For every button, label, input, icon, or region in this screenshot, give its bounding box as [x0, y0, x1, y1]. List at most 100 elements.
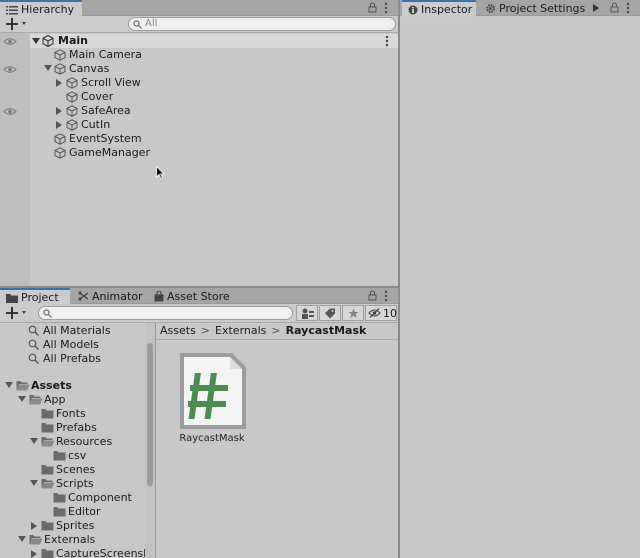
hierarchy-item[interactable]: Scroll View	[30, 76, 398, 90]
favorite-search-item[interactable]: All Materials	[0, 324, 145, 338]
expand-arrow-down-icon[interactable]	[32, 38, 40, 45]
project-toolbar: 10	[0, 304, 398, 323]
tab-hierarchy[interactable]: Hierarchy	[0, 0, 82, 17]
folder-tree-label: All Models	[43, 338, 99, 351]
eye-icon[interactable]	[3, 107, 17, 116]
add-plus-dropdown-button[interactable]	[6, 307, 30, 319]
asset-name: RaycastMask	[179, 433, 245, 444]
favorite-search-item[interactable]: All Prefabs	[0, 352, 145, 366]
expand-arrow-down-icon[interactable]	[18, 536, 26, 543]
favorite-search-item[interactable]: All Models	[0, 338, 145, 352]
kebab-menu-icon[interactable]	[384, 290, 388, 302]
kebab-menu-icon[interactable]	[384, 2, 388, 14]
expand-arrow-down-icon[interactable]	[30, 480, 38, 487]
star-favorite-button[interactable]	[342, 305, 364, 321]
folder-open-icon	[41, 436, 55, 447]
folder-tree-item[interactable]: CaptureScreensho	[0, 547, 155, 558]
hierarchy-item[interactable]: Cover	[30, 90, 398, 104]
folder-tree-item[interactable]: Prefabs	[0, 421, 145, 435]
lock-icon[interactable]	[368, 2, 377, 13]
search-icon	[28, 353, 39, 364]
folder-tree-label: Assets	[31, 379, 72, 392]
hierarchy-item[interactable]: GameManager	[30, 146, 398, 160]
hierarchy-item[interactable]: Main Camera	[30, 48, 398, 62]
lock-icon[interactable]	[368, 290, 377, 301]
expand-arrow-right-icon[interactable]	[56, 79, 63, 87]
expand-arrow-down-icon[interactable]	[5, 382, 13, 389]
search-placeholder: All	[145, 18, 158, 29]
eye-icon[interactable]	[3, 65, 17, 74]
expand-arrow-right-icon[interactable]	[31, 522, 38, 530]
lock-icon[interactable]	[610, 2, 619, 13]
folder-tree-label: Editor	[68, 505, 101, 518]
hierarchy-item[interactable]: SafeArea	[30, 104, 398, 118]
folder-tree-item[interactable]: App	[0, 393, 145, 407]
asset-item[interactable]	[176, 351, 248, 431]
folder-tree-item[interactable]: csv	[0, 449, 145, 463]
project-search-input[interactable]	[38, 306, 293, 320]
folder-tree-item[interactable]: Component	[0, 491, 145, 505]
folder-tree-item[interactable]: Resources	[0, 435, 145, 449]
inspector-tab-bar: Inspector Project Settings	[400, 0, 640, 17]
project-panel: Project Animator Asset Store 10 All Mate…	[0, 286, 398, 558]
tab-inspector[interactable]: Inspector	[402, 0, 476, 17]
folder-tree-label: Sprites	[56, 519, 95, 532]
eye-hidden-icon	[368, 308, 381, 318]
folder-tree-item[interactable]: Fonts	[0, 407, 145, 421]
tree-scrollbar-thumb[interactable]	[147, 343, 153, 486]
hierarchy-item-label: GameManager	[69, 146, 150, 159]
tab-project-settings-label: Project Settings	[499, 1, 586, 15]
folder-tree-item[interactable]: Scenes	[0, 463, 145, 477]
search-by-label-button[interactable]	[319, 305, 341, 321]
gear-icon	[485, 3, 496, 14]
folder-tree-item[interactable]: Scripts	[0, 477, 145, 491]
tab-overflow-arrow-icon[interactable]	[593, 4, 599, 12]
add-plus-dropdown-button[interactable]	[6, 18, 30, 30]
scene-header-row[interactable]: Main	[30, 34, 398, 48]
folder-tree-item[interactable]: Externals	[0, 533, 145, 547]
search-icon	[133, 20, 142, 29]
expand-arrow-down-icon[interactable]	[30, 438, 38, 445]
folder-tree-label: Component	[68, 491, 132, 504]
expand-arrow-down-icon[interactable]	[18, 396, 26, 403]
scene-name: Main	[58, 34, 88, 47]
expand-arrow-down-icon[interactable]	[44, 65, 52, 72]
hierarchy-search-input[interactable]: All	[128, 17, 396, 31]
eye-icon[interactable]	[3, 37, 17, 46]
hidden-packages-toggle[interactable]: 10	[365, 305, 397, 321]
hierarchy-item-label: Scroll View	[81, 76, 141, 89]
kebab-menu-icon[interactable]	[626, 2, 630, 14]
expand-arrow-right-icon[interactable]	[56, 121, 63, 129]
hidden-packages-count: 10	[383, 306, 397, 320]
tab-project[interactable]: Project	[0, 288, 70, 305]
breadcrumb-separator-icon: >	[200, 324, 211, 337]
search-icon	[28, 339, 39, 350]
hierarchy-item-label: EventSystem	[69, 132, 142, 145]
folder-open-icon	[16, 380, 30, 391]
breadcrumb-item[interactable]: Externals	[215, 324, 266, 337]
breadcrumb-item[interactable]: Assets	[160, 324, 196, 337]
tab-project-settings[interactable]: Project Settings	[479, 0, 589, 16]
tab-asset-store[interactable]: Asset Store	[148, 288, 232, 304]
search-by-type-button[interactable]	[296, 305, 318, 321]
expand-arrow-right-icon[interactable]	[31, 550, 38, 558]
folder-tree-item[interactable]: Assets	[0, 379, 145, 393]
folder-tree-item[interactable]: Sprites	[0, 519, 145, 533]
tab-animator[interactable]: Animator	[72, 288, 144, 304]
gameobject-icon	[54, 133, 66, 145]
hierarchy-item[interactable]: CutIn	[30, 118, 398, 132]
list-icon	[6, 5, 18, 15]
breadcrumb-item[interactable]: RaycastMask	[286, 324, 367, 337]
hierarchy-item[interactable]: EventSystem	[30, 132, 398, 146]
project-folder-tree: All Materials All Models All Prefabs Assets…	[0, 323, 156, 558]
folder-icon	[41, 548, 54, 558]
hierarchy-item[interactable]: Canvas	[30, 62, 398, 76]
expand-arrow-right-icon[interactable]	[56, 107, 63, 115]
folder-tree-item[interactable]: Editor	[0, 505, 145, 519]
kebab-menu-icon[interactable]	[385, 35, 389, 47]
folder-tree-label: Scripts	[56, 477, 94, 490]
hierarchy-item-label: Canvas	[69, 62, 110, 75]
hierarchy-toolbar: All	[0, 16, 398, 33]
folder-tree-label: Scenes	[56, 463, 96, 476]
hierarchy-tab-bar: Hierarchy	[0, 0, 398, 17]
